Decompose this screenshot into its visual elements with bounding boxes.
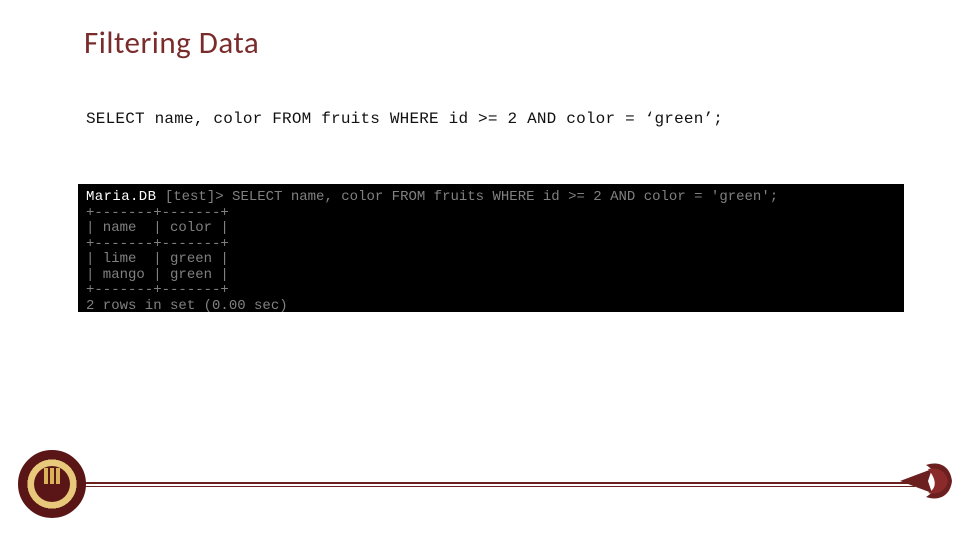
- db-prompt-dbname: Maria.DB: [86, 189, 156, 205]
- table-header-row: | name | color |: [86, 220, 229, 236]
- slide-title: Filtering Data: [84, 24, 259, 62]
- table-row: | lime | green |: [86, 251, 229, 267]
- sql-example-text: SELECT name, color FROM fruits WHERE id …: [86, 110, 723, 128]
- university-seal-logo: 1851: [18, 450, 86, 518]
- table-row: | mango | green |: [86, 267, 229, 283]
- db-command: [224, 189, 232, 205]
- table-border: +-------+-------+: [86, 236, 229, 252]
- terminal-output: Maria.DB [test]> SELECT name, color FROM…: [78, 184, 904, 312]
- db-command-text: SELECT name, color FROM fruits WHERE id …: [232, 189, 778, 205]
- spear-icon: [898, 459, 954, 503]
- db-prompt-scope: [test]>: [165, 189, 224, 205]
- footer-divider: [85, 482, 915, 484]
- seal-year: 1851: [18, 502, 86, 510]
- table-border: +-------+-------+: [86, 205, 229, 221]
- result-footer: 2 rows in set (0.00 sec): [86, 298, 288, 313]
- table-border: +-------+-------+: [86, 282, 229, 298]
